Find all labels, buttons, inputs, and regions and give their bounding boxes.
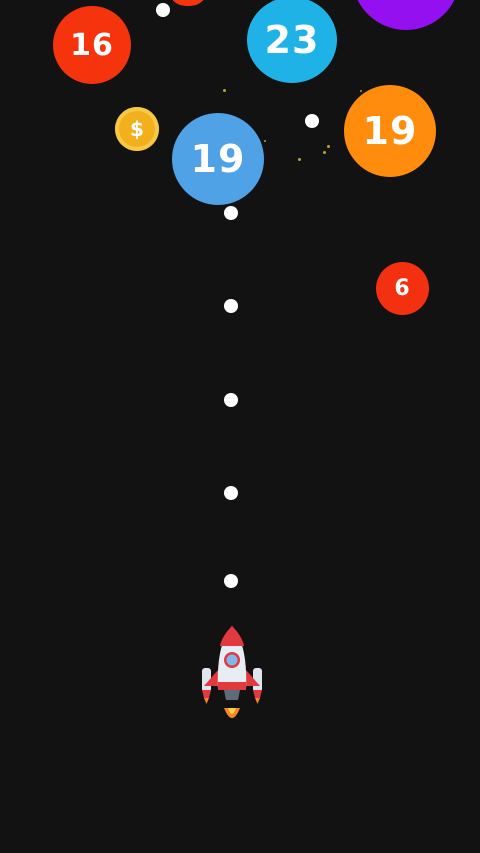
rocket-icon[interactable] bbox=[200, 624, 264, 728]
spark-particle bbox=[298, 158, 301, 161]
number-ball: 23 bbox=[247, 0, 337, 83]
coin-icon: $ bbox=[115, 107, 159, 151]
ball-value: 19 bbox=[190, 137, 246, 181]
bullet bbox=[224, 299, 238, 313]
spark-particle bbox=[360, 90, 362, 92]
bullet bbox=[224, 393, 238, 407]
bullet bbox=[305, 114, 319, 128]
bullet bbox=[224, 574, 238, 588]
number-ball bbox=[168, 0, 208, 6]
ball-value: 16 bbox=[70, 27, 114, 63]
spark-particle bbox=[264, 140, 266, 142]
spark-particle bbox=[223, 89, 226, 92]
spark-particle bbox=[327, 145, 330, 148]
number-ball: 6 bbox=[376, 262, 429, 315]
number-ball: 16 bbox=[53, 6, 131, 84]
bullet bbox=[156, 3, 170, 17]
coin-symbol: $ bbox=[130, 117, 144, 141]
game-canvas[interactable]: 16 23 19 19 6 $ bbox=[0, 0, 480, 853]
spark-particle bbox=[323, 151, 326, 154]
ball-value: 6 bbox=[394, 276, 411, 301]
bullet bbox=[224, 206, 238, 220]
bullet bbox=[224, 486, 238, 500]
ball-value: 23 bbox=[264, 18, 320, 62]
number-ball: 19 bbox=[172, 113, 264, 205]
number-ball bbox=[352, 0, 460, 30]
ball-value: 19 bbox=[362, 109, 418, 153]
number-ball: 19 bbox=[344, 85, 436, 177]
